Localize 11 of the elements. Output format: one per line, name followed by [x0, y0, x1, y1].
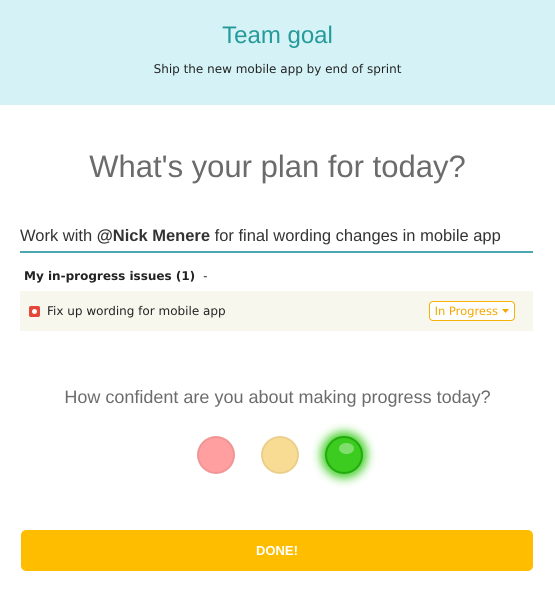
confidence-option[interactable] [324, 436, 362, 474]
plan-field[interactable]: Work with @Nick Menere for final wording changes in mobile app [20, 227, 533, 253]
bug-icon [29, 306, 40, 316]
issues-heading: My in-progress issues (1) [24, 269, 196, 283]
goal-title: Team goal [222, 22, 333, 50]
issue-title[interactable]: Fix up wording for mobile app [47, 304, 429, 318]
collapse-toggle[interactable]: - [203, 269, 208, 283]
goal-text: Ship the new mobile app by end of sprint [154, 62, 402, 76]
confidence-question: How confident are you about making progress today? [63, 387, 492, 408]
caret-icon [502, 309, 509, 313]
plan-question: What's your plan for today? [88, 149, 467, 185]
